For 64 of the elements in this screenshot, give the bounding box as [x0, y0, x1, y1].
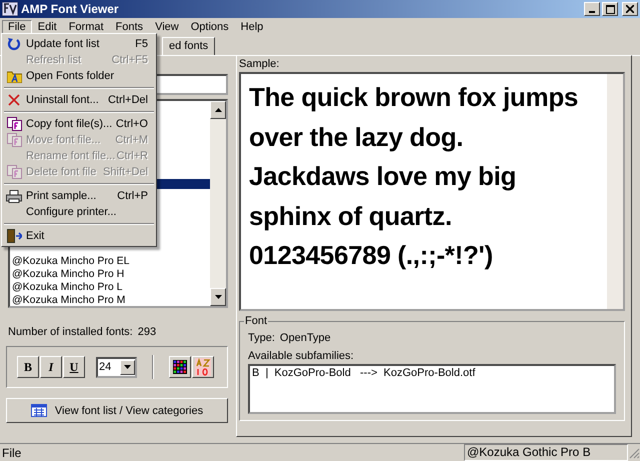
font-list-item[interactable]: @Kozuka Mincho Pro H — [12, 269, 210, 280]
color-grid-icon — [173, 360, 187, 374]
documents-icon — [6, 165, 22, 179]
character-map-button[interactable] — [169, 356, 191, 378]
sample-text: over the lazy dog. — [249, 120, 464, 154]
menu-item[interactable]: Copy font file(s)... Ctrl+O — [4, 116, 154, 132]
documents-icon — [6, 117, 22, 131]
maximize-button[interactable] — [602, 2, 618, 16]
dropdown-arrow-icon — [124, 365, 131, 369]
subfamily-item[interactable]: B | KozGoPro-Bold ---> KozGoPro-Bold.otf — [252, 367, 612, 379]
subfamilies-label: Available subfamilies: — [248, 350, 355, 362]
menu-item[interactable]: Update font list F5 — [4, 36, 154, 52]
status-font-name: @Kozuka Gothic Pro B — [464, 444, 628, 461]
window-title: AMP Font Viewer — [21, 2, 120, 16]
documents-icon — [6, 133, 22, 147]
bold-button[interactable]: B — [17, 356, 39, 378]
underline-button[interactable]: U — [63, 356, 85, 378]
italic-button[interactable]: I — [40, 356, 62, 378]
app-logo-icon — [2, 2, 18, 16]
close-button[interactable] — [622, 2, 638, 16]
font-count-label: Number of installed fonts: — [8, 326, 133, 338]
menu-item[interactable]: Fonts — [110, 20, 150, 34]
font-list-item[interactable]: @Kozuka Mincho Pro L — [12, 282, 210, 294]
cross-icon — [8, 94, 20, 106]
maximize-icon — [606, 4, 614, 14]
menu-item[interactable]: Edit — [32, 20, 63, 34]
scroll-up-icon — [214, 108, 222, 112]
status-text: File — [1, 446, 22, 460]
menu-item[interactable]: Help — [234, 20, 270, 34]
sample-text: 0123456789 (.,:;-*!?') — [249, 239, 494, 272]
minimize-button[interactable] — [584, 2, 600, 16]
scroll-down-icon — [214, 295, 222, 299]
type-value: OpenType — [280, 332, 331, 344]
font-list-item[interactable]: @Kozuka Mincho Pro M — [12, 294, 210, 306]
sort-button[interactable] — [192, 356, 214, 378]
scrollbar[interactable] — [607, 74, 623, 309]
font-list-item[interactable]: @Kozuka Mincho Pro EL — [12, 256, 210, 268]
menu-item[interactable]: Configure printer... — [4, 204, 154, 220]
type-label: Type: — [248, 332, 275, 344]
door-exit-icon — [6, 229, 22, 243]
sample-label: Sample: — [239, 58, 280, 70]
group-title: Font — [244, 315, 268, 327]
menu-item[interactable]: Format — [62, 20, 110, 34]
menu-item[interactable]: View — [149, 20, 185, 34]
view-font-list-button[interactable]: View font list / View categories — [6, 398, 228, 423]
menu-item[interactable]: Open Fonts folder — [4, 68, 154, 84]
list-icon — [30, 404, 47, 417]
menu-item[interactable]: Options — [184, 20, 235, 34]
menu-item[interactable]: Exit — [4, 228, 154, 244]
sample-text: sphinx of quartz. — [249, 200, 453, 232]
scrollbar[interactable] — [210, 101, 226, 306]
resize-grip-icon[interactable] — [628, 446, 640, 458]
tab[interactable]: ed fonts — [162, 37, 216, 55]
circular-arrow-icon — [7, 37, 21, 51]
az-sort-icon — [195, 358, 211, 376]
close-icon — [626, 5, 634, 13]
menu-item[interactable]: Uninstall font... Ctrl+Del — [4, 92, 154, 108]
font-size-dropdown[interactable]: 24 — [96, 356, 137, 378]
sample-text: The quick brown fox jumps — [249, 81, 580, 114]
folder-icon — [6, 70, 22, 82]
sample-text: Jackdaws love my big — [249, 160, 518, 193]
printer-icon — [6, 190, 22, 202]
font-count-value: 293 — [138, 326, 156, 338]
menu-item[interactable]: Print sample... Ctrl+P — [4, 188, 154, 204]
